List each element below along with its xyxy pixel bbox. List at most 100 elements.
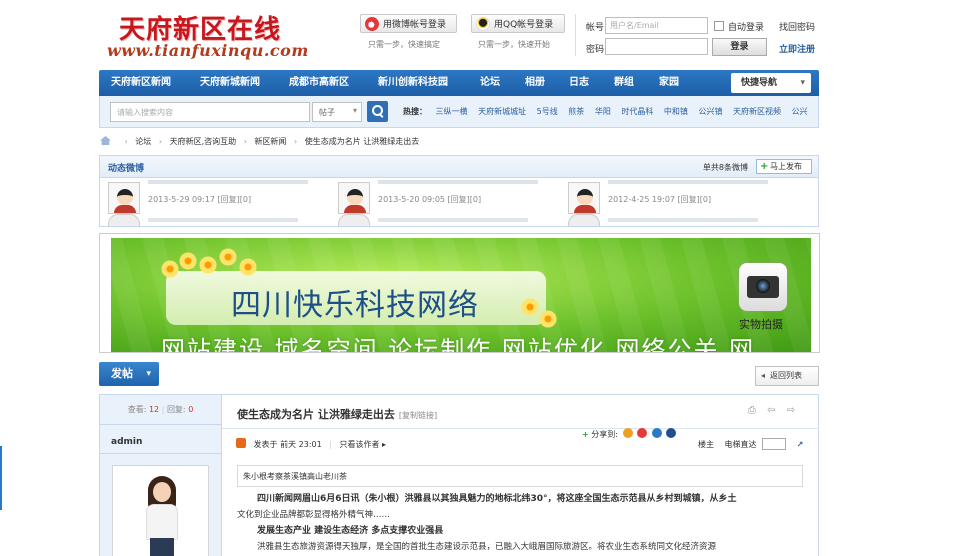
hot-word[interactable]: 中和镇 <box>664 107 688 116</box>
nav-item-tianfu-city-news[interactable]: 天府新城新闻 <box>200 70 260 96</box>
weibo-count: 单共8条微博 <box>702 163 748 172</box>
hot-word[interactable]: 天府新城城址 <box>478 107 526 116</box>
thread-post: 查看: 12 | 回复: 0 admin 使生态成为名片 让洪雅绿走出去 [复制链… <box>99 394 819 556</box>
search-icon[interactable] <box>367 101 388 122</box>
hot-word[interactable]: 时代晶科 <box>621 107 653 116</box>
qq-login-button[interactable]: 用QQ帐号登录 <box>471 14 565 33</box>
account-label: 帐号 <box>586 23 605 33</box>
hot-word[interactable]: 公兴 <box>792 107 808 116</box>
camera-label: 实物拍摄 <box>739 318 783 331</box>
account-input[interactable]: 用户名/Email <box>605 17 708 34</box>
side-tab[interactable] <box>0 446 2 510</box>
banner-services: 网站建设 域名空间 论坛制作 网站优化 网络公关 网 <box>161 336 756 352</box>
hot-search-label: 热搜： <box>403 107 427 116</box>
post-time: 前天 23:01 <box>280 440 322 449</box>
paragraph: 四川新闻网眉山6月6日讯（朱小根）洪雅县以其独具魅力的地标北纬30°，将这座全国… <box>257 494 737 504</box>
hot-word[interactable]: 5号线 <box>537 107 558 116</box>
nav-item-home[interactable]: 家园 <box>659 70 679 96</box>
floor-input[interactable] <box>762 438 787 450</box>
weibo-login-button[interactable]: 用微博帐号登录 <box>360 14 457 33</box>
weibo-meta: 2012-4-25 19:07 [回复][0] <box>608 195 712 204</box>
author-only-link[interactable]: 只看该作者 <box>340 440 380 449</box>
nav-item-album[interactable]: 相册 <box>525 70 545 96</box>
jump-label: 电梯直达 <box>724 440 757 449</box>
nav-item-forum[interactable]: 论坛 <box>480 70 500 96</box>
weibo-icon <box>365 16 379 31</box>
share-bar: + 分享到: <box>582 428 677 440</box>
logo-text-en: www.tianfuxinqu.com <box>107 41 309 60</box>
jump-icon[interactable]: ↗ <box>797 440 804 449</box>
post-tag-box[interactable]: 朱小根考察茶溪镇高山老川茶 <box>237 465 803 487</box>
print-prev-next-icons[interactable]: ⎙ ⇦ ⇨ <box>748 405 799 416</box>
floor-jump: 楼主 电梯直达 ↗ <box>698 438 803 450</box>
nav-item-blog[interactable]: 日志 <box>569 70 589 96</box>
qq-login-hint: 只需一步，快速开始 <box>478 40 550 49</box>
breadcrumb-item[interactable]: 论坛 <box>135 137 151 146</box>
replies-count: 0 <box>188 405 194 414</box>
share-renren-icon[interactable] <box>666 428 677 438</box>
quick-nav-dropdown[interactable]: 快捷导航 <box>731 73 811 93</box>
share-label: 分享到: <box>591 430 618 439</box>
author-avatar[interactable] <box>112 465 209 556</box>
author-name[interactable]: admin <box>111 437 142 447</box>
password-input[interactable] <box>605 38 708 55</box>
post-content: 使生态成为名片 让洪雅绿走出去 [复制链接] ⎙ ⇦ ⇨ + 分享到: 发表于 前… <box>222 395 819 556</box>
hot-word[interactable]: 三纵一横 <box>436 107 468 116</box>
floor-label: 楼主 <box>698 440 714 449</box>
dynamic-weibo-title: 动态微博 <box>108 164 145 174</box>
search-bar: 请输入搜索内容 帖子 热搜： 三纵一横 天府新城城址 5号线 煎茶 华阳 时代晶… <box>99 96 819 128</box>
auto-login-checkbox[interactable] <box>714 21 724 31</box>
auto-login-label: 自动登录 <box>728 23 765 33</box>
forgot-password-link[interactable]: 找回密码 <box>779 20 815 33</box>
qq-icon <box>476 16 490 31</box>
paragraph: 洪雅县生态旅游资源得天独厚，是全国的首批生态建设示范县，已融入大峨眉国际旅游区。… <box>257 542 717 552</box>
weibo-meta: 2013-5-29 09:17 [回复][0] <box>148 195 252 204</box>
password-label: 密码 <box>586 45 605 55</box>
nav-item-tianfu-news[interactable]: 天府新区新闻 <box>111 70 171 96</box>
author-sidebar: 查看: 12 | 回复: 0 admin <box>100 395 222 556</box>
post-meta: 发表于 前天 23:01 | 只看该作者 ▸ <box>236 438 386 450</box>
ad-banner[interactable]: 四川快乐科技网络 网站建设 域名空间 论坛制作 网站优化 网络公关 网 实物拍摄 <box>99 233 820 353</box>
share-weibo-icon[interactable] <box>637 428 648 438</box>
nav-item-hi-tech-zone[interactable]: 成都市高新区 <box>289 70 349 96</box>
weibo-login-hint: 只需一步，快速搞定 <box>368 40 440 49</box>
site-logo[interactable]: 天府新区在线 www.tianfuxinqu.com <box>99 7 323 63</box>
copy-link[interactable]: [复制链接] <box>399 411 437 420</box>
login-button[interactable]: 登录 <box>712 38 767 56</box>
breadcrumb: › 论坛 › 天府新区,咨询互助 › 新区新闻 › 使生态成为名片 让洪雅绿走出… <box>100 136 419 147</box>
new-post-button[interactable]: 发帖 <box>99 362 159 386</box>
hot-word[interactable]: 煎茶 <box>568 107 584 116</box>
post-weibo-button[interactable]: 马上发布 <box>756 159 812 174</box>
thread-title: 使生态成为名片 让洪雅绿走出去 [复制链接] <box>237 408 438 421</box>
views-count: 12 <box>148 405 160 414</box>
paragraph: 文化到企业品牌都彰显得格外精气神…… <box>237 510 391 520</box>
share-tqq-icon[interactable] <box>651 428 662 438</box>
banner-company-name: 四川快乐科技网络 <box>231 288 479 323</box>
home-icon[interactable] <box>100 136 111 145</box>
hot-word[interactable]: 公兴镇 <box>698 107 722 116</box>
dynamic-weibo-header: 动态微博 单共8条微博 马上发布 <box>100 156 818 178</box>
qq-login-label: 用QQ帐号登录 <box>494 20 554 30</box>
breadcrumb-current: 使生态成为名片 让洪雅绿走出去 <box>304 137 420 146</box>
register-link[interactable]: 立即注册 <box>779 42 815 55</box>
hot-word[interactable]: 天府新区视频 <box>733 107 781 116</box>
paragraph: 发展生态产业 建设生态经济 多点支撑农业强县 <box>257 526 444 536</box>
hot-word[interactable]: 华阳 <box>595 107 611 116</box>
nav-item-groups[interactable]: 群组 <box>614 70 634 96</box>
header-divider <box>575 14 576 56</box>
search-input[interactable]: 请输入搜索内容 <box>110 102 310 122</box>
ad-banner-image[interactable]: 四川快乐科技网络 网站建设 域名空间 论坛制作 网站优化 网络公关 网 实物拍摄 <box>111 238 811 352</box>
weibo-meta: 2013-5-20 09:05 [回复][0] <box>378 195 482 204</box>
thread-stats: 查看: 12 | 回复: 0 <box>100 395 221 425</box>
back-to-list-button[interactable]: 返回列表 <box>755 366 819 386</box>
weibo-entry-partial <box>108 208 328 226</box>
breadcrumb-item[interactable]: 新区新闻 <box>254 137 286 146</box>
camera-icon <box>739 263 787 311</box>
weibo-login-label: 用微博帐号登录 <box>383 20 447 30</box>
nav-item-innovation-park[interactable]: 新川创新科技园 <box>378 70 448 96</box>
user-icon <box>236 438 246 448</box>
post-body: 四川新闻网眉山6月6日讯（朱小根）洪雅县以其独具魅力的地标北纬30°，将这座全国… <box>237 491 807 555</box>
breadcrumb-item[interactable]: 天府新区,咨询互助 <box>170 137 237 146</box>
share-qzone-icon[interactable] <box>622 428 633 438</box>
search-scope-select[interactable]: 帖子 <box>312 102 362 122</box>
